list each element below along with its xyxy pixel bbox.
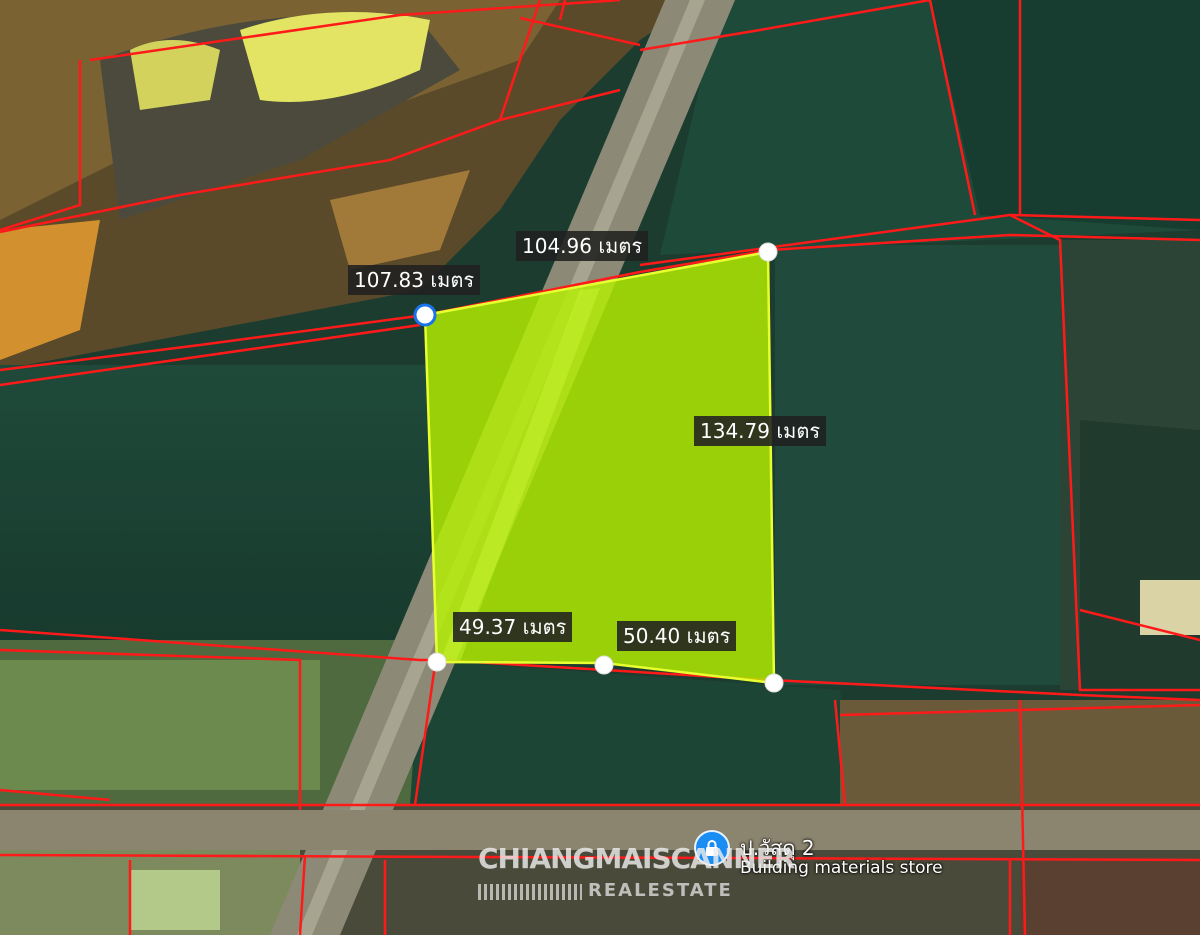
vertex-handle-start[interactable] [413, 303, 437, 327]
measurement-label-top-right: 104.96 เมตร [516, 231, 649, 261]
satellite-map[interactable] [0, 0, 1200, 935]
vertex-handle[interactable] [594, 655, 614, 675]
watermark-stripes [478, 884, 582, 900]
vertex-handle[interactable] [758, 242, 778, 262]
watermark-sub-text: REALESTATE [588, 880, 733, 901]
vertex-handle[interactable] [764, 673, 784, 693]
measurement-label-top-left: 107.83 เมตร [348, 265, 481, 295]
measurement-label-bottom-right: 50.40 เมตร [617, 621, 737, 651]
vertex-handle[interactable] [427, 652, 447, 672]
watermark-main-text: CHIANGMAISCANNER [478, 842, 795, 875]
watermark-logo: CHIANGMAISCANNER REALESTATE [478, 842, 795, 912]
measurement-label-right: 134.79 เมตร [694, 416, 827, 446]
measurement-label-bottom-left: 49.37 เมตร [453, 612, 573, 642]
